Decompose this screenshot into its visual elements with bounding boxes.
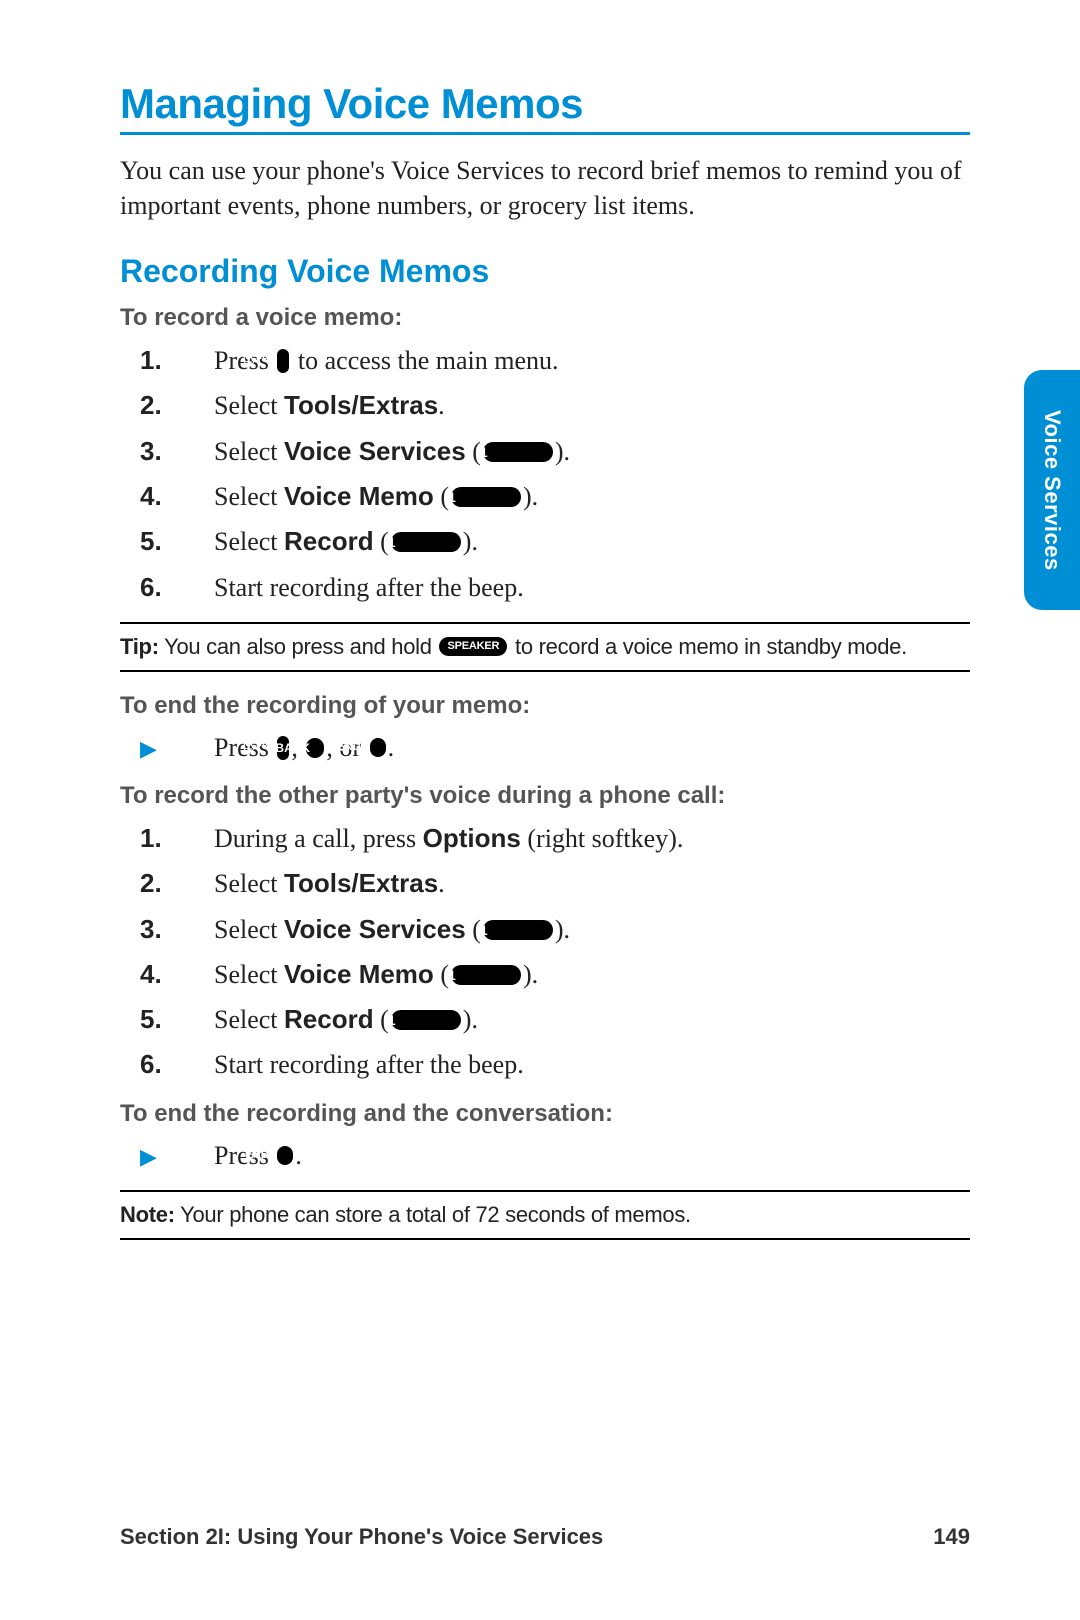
menu-ok-key-icon: MENUOK bbox=[277, 349, 289, 373]
key-1-icon: ✉1 bbox=[451, 965, 521, 985]
steps-end-conversation: ▶Press END/⏻. bbox=[180, 1136, 970, 1176]
triangle-bullet-icon: ▶ bbox=[180, 732, 214, 766]
intro-paragraph: You can use your phone's Voice Services … bbox=[120, 153, 970, 223]
list-item: 6.Start recording after the beep. bbox=[180, 1044, 970, 1085]
list-item: 1.Press MENUOK to access the main menu. bbox=[180, 340, 970, 381]
list-item: 5.Select Record (✉1). bbox=[180, 999, 970, 1040]
footer-section: Section 2I: Using Your Phone's Voice Ser… bbox=[120, 1524, 603, 1550]
page-footer: Section 2I: Using Your Phone's Voice Ser… bbox=[120, 1524, 970, 1550]
key-1-icon: ✉1 bbox=[483, 920, 553, 940]
manual-page: Voice Services Managing Voice Memos You … bbox=[0, 0, 1080, 1620]
list-item: 4.Select Voice Memo (✉1). bbox=[180, 476, 970, 517]
key-1-icon: ✉1 bbox=[391, 1010, 461, 1030]
list-item: 1.During a call, press Options (right so… bbox=[180, 818, 970, 859]
footer-page-number: 149 bbox=[933, 1524, 970, 1550]
list-item: 2.Select Tools/Extras. bbox=[180, 385, 970, 426]
steps-record: 1.Press MENUOK to access the main menu. … bbox=[180, 340, 970, 608]
subheading-recording: Recording Voice Memos bbox=[120, 253, 970, 290]
end-key-icon: END/⏻ bbox=[370, 738, 386, 757]
list-item: 5.Select Record (✉1). bbox=[180, 521, 970, 562]
side-tab-label: Voice Services bbox=[1039, 410, 1065, 571]
back-key-icon: BACK bbox=[306, 738, 324, 758]
key-1-icon: ✉1 bbox=[483, 442, 553, 462]
list-item: 6.Start recording after the beep. bbox=[180, 567, 970, 608]
triangle-bullet-icon: ▶ bbox=[180, 1140, 214, 1174]
list-item: 2.Select Tools/Extras. bbox=[180, 863, 970, 904]
steps-record-call: 1.During a call, press Options (right so… bbox=[180, 818, 970, 1086]
speaker-key-icon: SPEAKER bbox=[439, 637, 507, 656]
lead-end-conversation: To end the recording and the conversatio… bbox=[120, 1100, 970, 1128]
lead-end-memo: To end the recording of your memo: bbox=[120, 692, 970, 720]
list-item: 4.Select Voice Memo (✉1). bbox=[180, 954, 970, 995]
key-1-icon: ✉1 bbox=[391, 532, 461, 552]
end-key-icon: END/⏻ bbox=[277, 1146, 293, 1165]
side-tab-voice-services: Voice Services bbox=[1024, 370, 1080, 610]
note-callout: Note: Your phone can store a total of 72… bbox=[120, 1190, 970, 1240]
page-title: Managing Voice Memos bbox=[120, 80, 970, 128]
steps-end-memo: ▶Press MENUOK, BACK, or END/⏻. bbox=[180, 728, 970, 768]
list-item: ▶Press MENUOK, BACK, or END/⏻. bbox=[180, 728, 970, 768]
lead-record: To record a voice memo: bbox=[120, 304, 970, 332]
key-1-icon: ✉1 bbox=[451, 487, 521, 507]
tip-callout: Tip: You can also press and hold SPEAKER… bbox=[120, 622, 970, 672]
list-item: ▶Press END/⏻. bbox=[180, 1136, 970, 1176]
list-item: 3.Select Voice Services (✉1). bbox=[180, 431, 970, 472]
list-item: 3.Select Voice Services (✉1). bbox=[180, 909, 970, 950]
lead-record-call: To record the other party's voice during… bbox=[120, 782, 970, 810]
heading-rule bbox=[120, 132, 970, 135]
